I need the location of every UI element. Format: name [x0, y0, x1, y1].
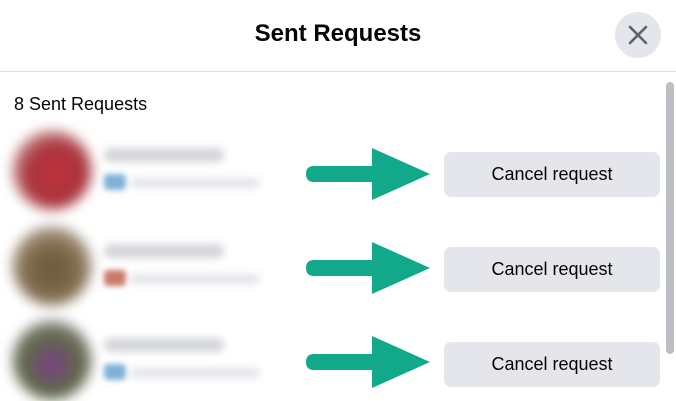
close-icon	[628, 25, 648, 45]
request-row: Cancel request	[0, 318, 664, 401]
blurred-name[interactable]	[104, 338, 224, 352]
blurred-name[interactable]	[104, 244, 224, 258]
cancel-request-button[interactable]: Cancel request	[444, 152, 660, 197]
green-arrow-icon	[306, 242, 430, 294]
green-arrow-icon	[306, 336, 430, 388]
avatar[interactable]	[12, 320, 92, 400]
blurred-mutual-friends	[130, 368, 260, 378]
cancel-request-button[interactable]: Cancel request	[444, 342, 660, 387]
blurred-mutual-avatar	[104, 364, 126, 380]
dialog-header: Sent Requests	[0, 0, 676, 72]
scrollbar[interactable]	[664, 72, 676, 401]
blurred-mutual-friends	[130, 178, 260, 188]
avatar[interactable]	[12, 226, 92, 306]
sent-requests-dialog: Sent Requests 8 Sent Requests Cancel req…	[0, 0, 676, 401]
green-arrow-icon	[306, 148, 430, 200]
sent-requests-count: 8 Sent Requests	[14, 94, 148, 114]
blurred-mutual-friends	[130, 274, 260, 284]
request-row: Cancel request	[0, 128, 664, 220]
blurred-name[interactable]	[104, 148, 224, 162]
blurred-mutual-avatar	[104, 174, 126, 190]
avatar[interactable]	[12, 130, 92, 210]
close-button[interactable]	[615, 12, 661, 58]
blurred-mutual-avatar	[104, 270, 126, 286]
request-row: Cancel request	[0, 224, 664, 316]
scrollbar-thumb[interactable]	[666, 82, 674, 354]
dialog-title: Sent Requests	[254, 20, 422, 47]
cancel-request-button[interactable]: Cancel request	[444, 247, 660, 292]
